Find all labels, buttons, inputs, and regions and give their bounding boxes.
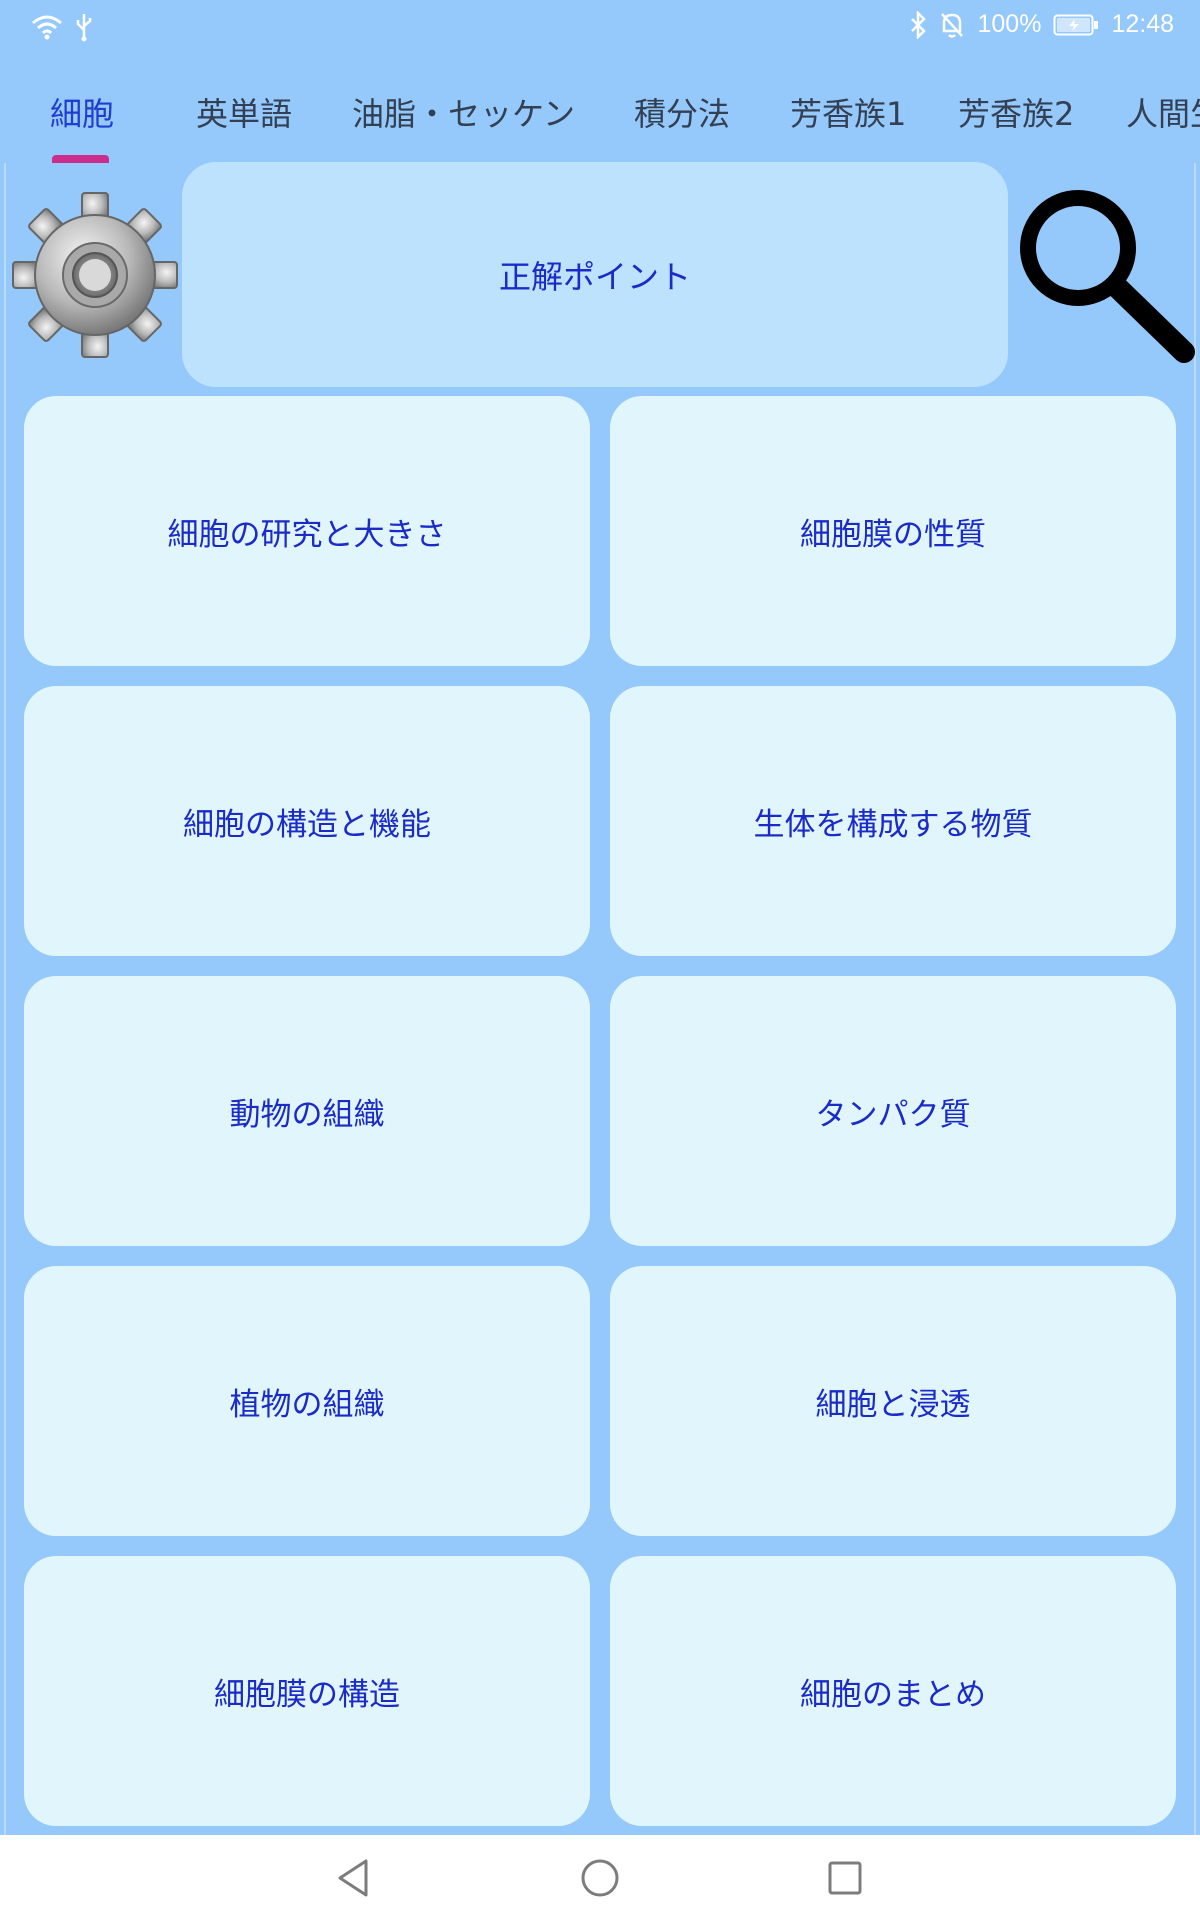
tab-houkouzoku-2[interactable]: 芳香族2 [958, 89, 1074, 135]
battery-percent: 100% [977, 10, 1042, 38]
topic-button-plant-tissue[interactable]: 植物の組織 [24, 1266, 590, 1536]
recents-icon[interactable] [820, 1853, 870, 1903]
topic-button-protein[interactable]: タンパク質 [610, 976, 1176, 1246]
gear-icon[interactable] [10, 190, 180, 360]
notifications-off-icon [939, 11, 965, 39]
topic-button-membrane-properties[interactable]: 細胞膜の性質 [610, 396, 1176, 666]
status-left [30, 12, 94, 42]
topic-button-summary[interactable]: 細胞のまとめ [610, 1556, 1176, 1826]
tab-houkouzoku-1[interactable]: 芳香族1 [790, 89, 906, 135]
panel-border-right [1194, 163, 1196, 1835]
topic-button-biomolecules[interactable]: 生体を構成する物質 [610, 686, 1176, 956]
topic-button-cell-research[interactable]: 細胞の研究と大きさ [24, 396, 590, 666]
navigation-bar [0, 1835, 1200, 1920]
tab-saibou[interactable]: 細胞 [50, 89, 114, 135]
back-icon[interactable] [330, 1853, 380, 1903]
category-tabs: 細胞 英単語 油脂・セッケン 積分法 芳香族1 芳香族2 人間生 [0, 55, 1200, 165]
topic-button-osmosis[interactable]: 細胞と浸透 [610, 1266, 1176, 1536]
active-tab-indicator [52, 155, 109, 163]
topic-button-animal-tissue[interactable]: 動物の組織 [24, 976, 590, 1246]
status-right: 100% 12:48 [909, 10, 1174, 39]
status-bar: 100% 12:48 [0, 0, 1200, 55]
topic-button-membrane-structure[interactable]: 細胞膜の構造 [24, 1556, 590, 1826]
wifi-icon [30, 13, 64, 41]
correct-points-button[interactable]: 正解ポイント [182, 162, 1008, 387]
magnifier-icon[interactable] [1012, 182, 1198, 368]
battery-icon [1053, 13, 1099, 37]
tab-sekibunho[interactable]: 積分法 [634, 89, 730, 135]
tab-ningen[interactable]: 人間生 [1126, 89, 1200, 135]
panel-border-left [4, 163, 6, 1835]
clock: 12:48 [1111, 10, 1174, 38]
tab-yushi-sekken[interactable]: 油脂・セッケン [352, 89, 575, 135]
usb-icon [74, 12, 94, 42]
bluetooth-icon [909, 10, 927, 39]
topic-button-cell-structure[interactable]: 細胞の構造と機能 [24, 686, 590, 956]
tab-eitango[interactable]: 英単語 [196, 89, 292, 135]
home-icon[interactable] [575, 1853, 625, 1903]
